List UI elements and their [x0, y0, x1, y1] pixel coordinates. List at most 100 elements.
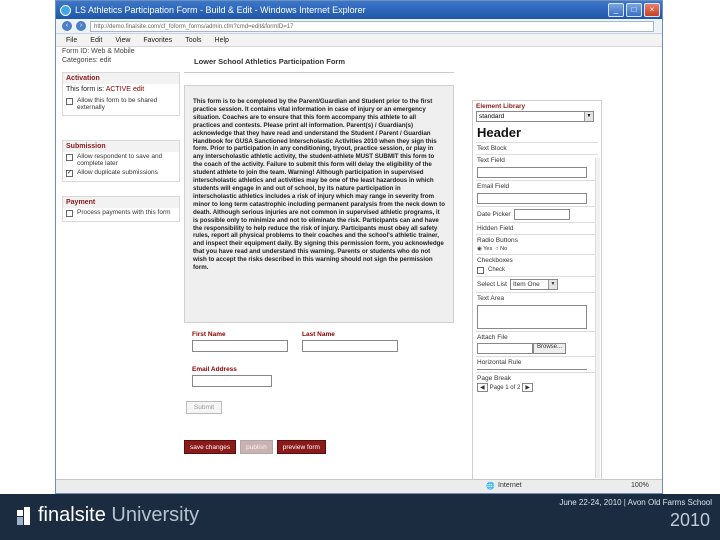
activation-edit-link[interactable]: edit: [133, 86, 144, 93]
back-icon[interactable]: ‹: [62, 21, 72, 31]
library-checkboxes[interactable]: Checkboxes Check: [476, 254, 598, 276]
library-scrollbar[interactable]: [595, 158, 600, 478]
window-title: LS Athletics Participation Form - Build …: [75, 5, 366, 15]
close-button[interactable]: ×: [644, 3, 660, 17]
event-info: June 22-24, 2010 | Avon Old Farms School: [559, 498, 712, 507]
page-break-label: Page Break: [477, 375, 511, 382]
radio-buttons-label: Radio Buttons: [477, 237, 518, 244]
text-field-label: Text Field: [477, 157, 505, 164]
sidebar-categories-line[interactable]: Categories: edit: [62, 56, 180, 65]
page-break-preview: ◀ Page 1 of 2 ▶: [477, 383, 597, 392]
page-prev-icon: ◀: [477, 383, 488, 392]
browser-window: LS Athletics Participation Form - Build …: [55, 0, 663, 494]
duplicate-label: Allow duplicate submissions: [77, 169, 158, 176]
page-content: Form ID: Web & Mobile Categories: edit A…: [56, 47, 662, 482]
save-later-label: Allow respondent to save and complete la…: [77, 153, 163, 167]
share-external-label: Allow this form to be shared externally: [77, 97, 158, 111]
last-name-input[interactable]: [302, 340, 398, 352]
share-external-checkbox[interactable]: [66, 98, 73, 105]
library-text-area[interactable]: Text Area: [476, 292, 598, 331]
zone-label: Internet: [498, 482, 522, 489]
menu-view[interactable]: View: [115, 37, 130, 44]
payment-heading: Payment: [63, 197, 179, 208]
form-canvas: Lower School Athletics Participation For…: [184, 47, 454, 479]
first-name-input[interactable]: [192, 340, 288, 352]
activation-section: Activation This form is: ACTIVE edit All…: [62, 72, 180, 116]
email-field-preview: [477, 193, 587, 204]
settings-sidebar: Form ID: Web & Mobile Categories: edit A…: [62, 47, 180, 222]
duplicate-checkbox[interactable]: ✓: [66, 170, 73, 177]
form-title[interactable]: Lower School Athletics Participation For…: [184, 47, 454, 73]
duplicate-option[interactable]: ✓ Allow duplicate submissions: [63, 168, 179, 178]
library-email-field[interactable]: Email Field: [476, 180, 598, 206]
library-text-field[interactable]: Text Field: [476, 154, 598, 180]
menu-file[interactable]: File: [66, 37, 77, 44]
radio-no-label: No: [500, 246, 508, 252]
event-year: 2010: [669, 510, 710, 530]
menu-favorites[interactable]: Favorites: [143, 37, 172, 44]
preview-form-button[interactable]: preview form: [276, 440, 326, 454]
menu-bar: File Edit View Favorites Tools Help: [56, 34, 662, 47]
sidebar-top-line: Form ID: Web & Mobile: [62, 48, 135, 55]
element-library: Element Library standard ▼ Header Text B…: [472, 100, 602, 482]
email-label: Email Address: [192, 366, 237, 373]
payment-checkbox[interactable]: [66, 210, 73, 217]
activation-status-value[interactable]: ACTIVE: [106, 86, 131, 93]
library-select-value: standard: [479, 113, 505, 120]
payment-label: Process payments with this form: [77, 209, 171, 216]
menu-help[interactable]: Help: [215, 37, 229, 44]
email-input[interactable]: [192, 375, 272, 387]
slide: LS Athletics Participation Form - Build …: [0, 0, 720, 540]
page-of-label: Page 1 of 2: [489, 384, 521, 391]
minimize-button[interactable]: _: [608, 3, 624, 17]
globe-icon: 🌐: [486, 483, 495, 490]
library-header-item[interactable]: Header: [476, 123, 598, 142]
email-group: Email Address: [184, 352, 304, 387]
menu-edit[interactable]: Edit: [90, 37, 102, 44]
select-list-preview: Item One ▼: [510, 279, 558, 290]
status-bar: 🌐 Internet 100%: [56, 479, 662, 493]
save-later-option[interactable]: Allow respondent to save and complete la…: [63, 152, 179, 168]
radio-preview: ◉ Yes ○ No: [477, 246, 508, 252]
date-picker-preview: [513, 209, 570, 220]
horizontal-rule-label: Horizontal Rule: [477, 359, 522, 366]
finalsite-logo-icon: [17, 507, 30, 525]
horizontal-rule-preview: [477, 369, 587, 370]
library-hidden-field[interactable]: Hidden Field: [476, 222, 598, 234]
library-page-break[interactable]: Page Break ◀ Page 1 of 2 ▶: [476, 372, 598, 394]
url-input[interactable]: http://demo.finalsite.com/cf_foform_form…: [90, 20, 654, 32]
date-picker-label: Date Picker: [477, 211, 511, 218]
attach-file-label: Attach File: [477, 334, 508, 341]
chevron-down-icon[interactable]: ▼: [584, 112, 593, 121]
submit-button[interactable]: Submit: [186, 401, 222, 414]
activation-heading: Activation: [63, 73, 179, 84]
last-name-label: Last Name: [302, 331, 335, 338]
brand-finalsite: finalsite: [38, 504, 106, 526]
library-attach-file[interactable]: Attach File Browse...: [476, 331, 598, 356]
library-horizontal-rule[interactable]: Horizontal Rule: [476, 356, 598, 372]
library-radio-buttons[interactable]: Radio Buttons ◉ Yes ○ No: [476, 234, 598, 254]
maximize-button[interactable]: □: [626, 3, 642, 17]
text-field-preview: [477, 167, 587, 178]
checkbox-preview: Check: [477, 266, 597, 274]
zoom-level[interactable]: 100%: [631, 482, 649, 489]
save-later-checkbox[interactable]: [66, 154, 73, 161]
library-date-picker[interactable]: Date Picker: [476, 206, 598, 222]
select-list-value: Item One: [513, 281, 540, 288]
library-select[interactable]: standard ▼: [476, 111, 594, 122]
publish-button[interactable]: publish: [240, 440, 273, 454]
radio-yes-label: Yes: [483, 246, 493, 252]
forward-icon[interactable]: ›: [76, 21, 86, 31]
share-external-option[interactable]: Allow this form to be shared externally: [63, 96, 179, 112]
ie-icon: [60, 4, 71, 16]
text-block-label: Text Block: [477, 145, 507, 152]
form-intro-text[interactable]: This form is to be completed by the Pare…: [184, 85, 454, 323]
save-changes-button[interactable]: save changes: [184, 440, 237, 454]
payment-option[interactable]: Process payments with this form: [63, 208, 179, 218]
last-name-group: Last Name: [302, 331, 398, 352]
action-buttons: save changes publish preview form: [184, 440, 326, 454]
menu-tools[interactable]: Tools: [185, 37, 201, 44]
library-text-block[interactable]: Text Block: [476, 142, 598, 154]
text-area-preview: [477, 305, 587, 329]
library-select-list[interactable]: Select List Item One ▼: [476, 276, 598, 292]
